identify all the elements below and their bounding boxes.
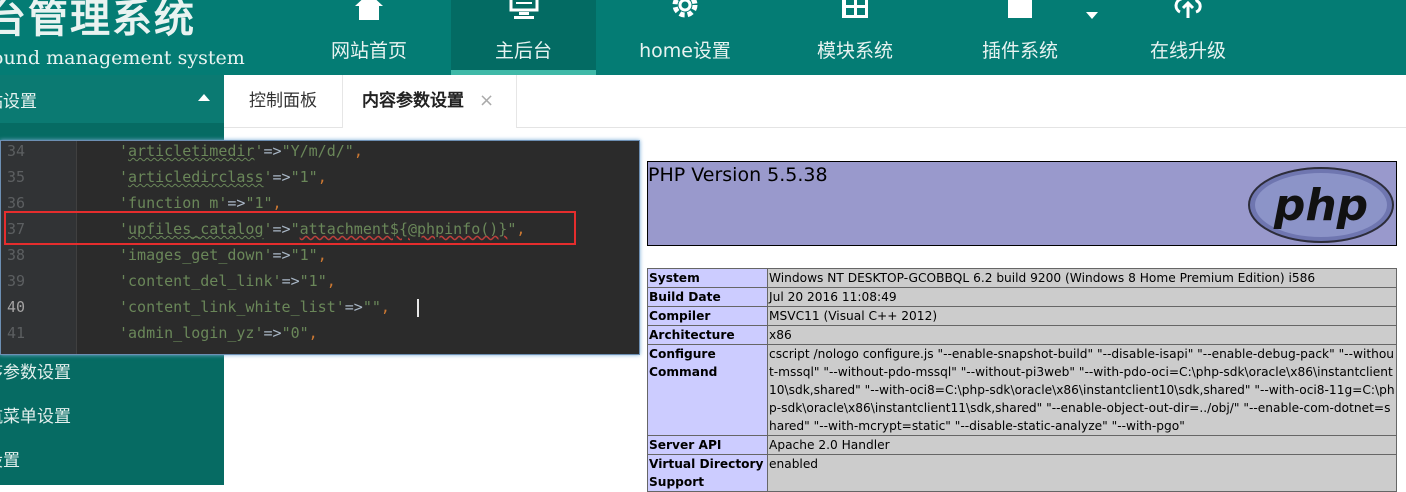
nav-item-modules[interactable]: 模块系统 (775, 0, 935, 75)
nav-item-main-backend[interactable]: 主后台 (451, 0, 596, 75)
line-number: 34 (7, 142, 26, 160)
line-number: 40 (7, 298, 26, 316)
nav-item-home[interactable]: 网站首页 (289, 0, 449, 75)
config-key: function_m (128, 194, 219, 212)
config-key: content_del_link (128, 272, 273, 290)
sidebar-section-site-settings[interactable]: 站设置 (0, 75, 224, 123)
nav-label: 在线升级 (1149, 40, 1226, 62)
row-value: Jul 20 2016 11:08:49 (767, 287, 1397, 307)
config-key: articledirclass (128, 168, 264, 186)
nav-label: 主后台 (494, 40, 552, 62)
config-key: content_link_white_list (128, 298, 336, 316)
line-number: 35 (7, 168, 26, 186)
line-number: 38 (7, 246, 26, 264)
code-editor: 34 35 36 37 38 39 40 41 'articletimedir'… (0, 140, 640, 355)
upload-cloud-icon (1174, 0, 1202, 18)
nav-item-home-settings[interactable]: home设置 (605, 0, 765, 75)
grid-icon (842, 0, 868, 18)
row-label: Compiler (647, 306, 768, 326)
tab-label: 控制面板 (249, 91, 317, 111)
nav-item-online-upgrade[interactable]: 在线升级 (1108, 0, 1268, 75)
row-value: enabled (767, 454, 1397, 492)
table-row: Configure Command cscript /nologo configu… (647, 344, 1397, 436)
config-value: 1 (299, 168, 309, 186)
config-value: Y/m/d/ (290, 142, 345, 160)
code-line: 'articletimedir'=>"Y/m/d/", (119, 142, 363, 160)
table-row: Server API Apache 2.0 Handler (647, 435, 1397, 455)
nav-item-plugins[interactable]: 插件系统 (940, 0, 1100, 75)
phpinfo-table: System Windows NT DESKTOP-GCOBBQL 6.2 bui… (647, 268, 1397, 492)
sidebar-item-nav-menu[interactable]: 航菜单设置 (0, 402, 71, 427)
nav-label: 插件系统 (981, 40, 1058, 62)
puzzle-icon (1008, 0, 1032, 18)
chevron-up-icon (198, 94, 210, 101)
tab-label: 内容参数设置 (362, 91, 464, 111)
tab-control-panel[interactable]: 控制面板 (224, 75, 342, 127)
table-row: Compiler MSVC11 (Visual C++ 2012) (647, 306, 1397, 326)
config-value: 1 (308, 272, 318, 290)
chevron-down-icon[interactable] (1086, 12, 1098, 19)
row-value: Apache 2.0 Handler (767, 435, 1397, 455)
sidebar-item-program-params[interactable]: 序参数设置 (0, 358, 71, 383)
table-row: Virtual Directory Support enabled (647, 454, 1397, 492)
php-version: PHP Version 5.5.38 (648, 164, 828, 186)
php-logo-text: php (1273, 180, 1368, 231)
row-value: Windows NT DESKTOP-GCOBBQL 6.2 build 920… (767, 268, 1397, 288)
row-label: Virtual Directory Support (647, 454, 768, 492)
tab-bar: 控制面板 内容参数设置 × (224, 75, 1406, 128)
config-value: 0 (290, 324, 300, 342)
row-label: Server API (647, 435, 768, 455)
config-value: 1 (299, 246, 309, 264)
highlight-box (4, 211, 576, 245)
logo-subtitle: ound management system (0, 47, 245, 69)
top-header: 台管理系统 ound management system 网站首页 主后台 ho… (0, 0, 1406, 75)
row-value: MSVC11 (Visual C++ 2012) (767, 306, 1397, 326)
table-row: Architecture x86 (647, 325, 1397, 345)
code-line: 'content_del_link'=>"1", (119, 272, 336, 290)
php-logo: php (1248, 167, 1394, 243)
row-label: Configure Command (647, 344, 768, 436)
row-label: System (647, 268, 768, 288)
row-value: x86 (767, 325, 1397, 345)
nav-label: home设置 (639, 40, 731, 62)
config-key: images_get_down (128, 246, 264, 264)
line-number: 41 (7, 324, 26, 342)
code-line-current: 'content_link_white_list'=>"", (119, 298, 390, 316)
row-value: cscript /nologo configure.js "--enable-s… (767, 344, 1397, 436)
sidebar-section-label: 站设置 (0, 92, 37, 112)
code-line: 'function_m'=>"1", (119, 194, 282, 212)
nav-label: 模块系统 (816, 40, 893, 62)
config-key: articletimedir (128, 142, 255, 160)
nav-label: 网站首页 (330, 40, 407, 62)
phpinfo-header: PHP Version 5.5.38 php (647, 161, 1397, 246)
monitor-icon (509, 0, 538, 19)
line-number: 39 (7, 272, 26, 290)
close-icon[interactable]: × (479, 75, 494, 127)
table-row: System Windows NT DESKTOP-GCOBBQL 6.2 bui… (647, 268, 1397, 288)
code-line: 'admin_login_yz'=>"0", (119, 324, 318, 342)
code-line: 'articledirclass'=>"1", (119, 168, 327, 186)
config-value: 1 (254, 194, 264, 212)
config-key: admin_login_yz (128, 324, 255, 342)
line-number: 36 (7, 194, 26, 212)
text-cursor (417, 299, 419, 317)
gutter-separator (76, 141, 77, 354)
home-icon (355, 0, 383, 20)
row-label: Build Date (647, 287, 768, 307)
tab-content-params[interactable]: 内容参数设置 × (342, 75, 517, 128)
code-line: 'images_get_down'=>"1", (119, 246, 327, 264)
gear-icon (672, 0, 698, 18)
row-label: Architecture (647, 325, 768, 345)
logo-title: 台管理系统 (0, 0, 196, 42)
table-row: Build Date Jul 20 2016 11:08:49 (647, 287, 1397, 307)
sidebar-item-settings[interactable]: 设置 (0, 446, 20, 471)
